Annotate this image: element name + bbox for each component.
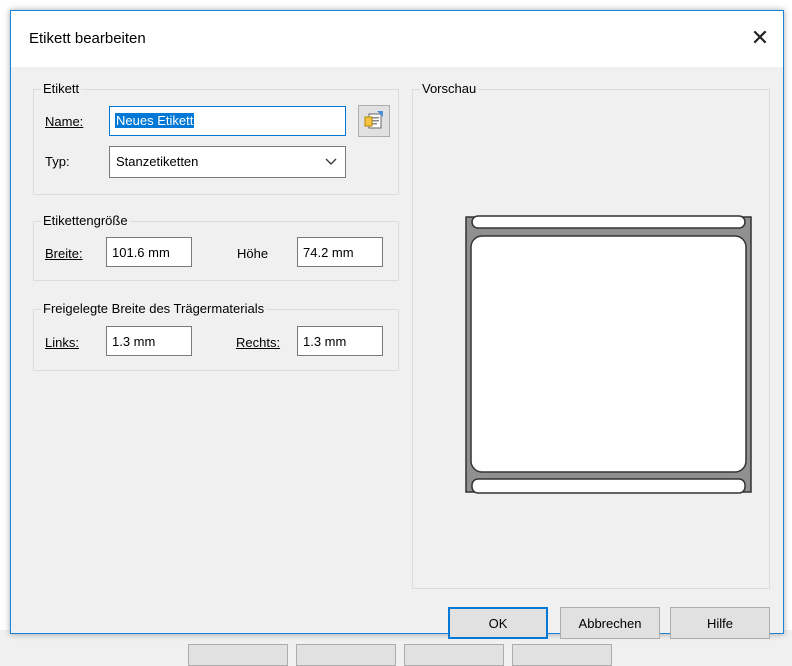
title-bar: Etikett bearbeiten ✕ xyxy=(11,11,783,67)
background-button-4 xyxy=(512,644,612,666)
name-label: Name: xyxy=(45,114,84,129)
cancel-button[interactable]: Abbrechen xyxy=(560,607,660,639)
left-input[interactable] xyxy=(106,326,192,356)
chevron-down-icon xyxy=(325,153,337,174)
label-properties-icon xyxy=(364,111,383,129)
dialog-title: Etikett bearbeiten xyxy=(29,30,146,47)
width-input[interactable] xyxy=(106,237,192,267)
left-label: Links: xyxy=(45,335,79,350)
preview-group: Vorschau xyxy=(412,81,770,589)
right-label: Rechts: xyxy=(236,335,281,350)
label-properties-button[interactable] xyxy=(358,105,390,137)
background-button-2 xyxy=(296,644,396,666)
background-button-1 xyxy=(188,644,288,666)
liner-width-group: Freigelegte Breite des Trägermaterials L… xyxy=(33,301,399,371)
width-label: Breite: xyxy=(45,246,83,261)
name-input-value: Neues Etikett xyxy=(115,113,195,128)
label-size-legend: Etikettengröße xyxy=(41,213,130,229)
next-label-edge xyxy=(471,478,746,494)
label-preview xyxy=(465,215,752,494)
help-button[interactable]: Hilfe xyxy=(670,607,770,639)
right-input[interactable] xyxy=(297,326,383,356)
name-input[interactable]: Neues Etikett xyxy=(109,106,346,136)
edit-label-dialog: Etikett bearbeiten ✕ Etikett Name: Neues… xyxy=(10,10,784,639)
label-group-legend: Etikett xyxy=(41,81,82,97)
liner-width-legend: Freigelegte Breite des Trägermaterials xyxy=(41,301,267,317)
ok-button[interactable]: OK xyxy=(448,607,548,639)
close-icon[interactable]: ✕ xyxy=(745,23,775,53)
height-input[interactable] xyxy=(297,237,383,267)
label-group: Etikett Name: Neues Etikett Typ: Stanzet… xyxy=(33,81,399,195)
height-label: Höhe xyxy=(237,246,269,261)
type-select-value: Stanzetiketten xyxy=(116,154,199,169)
background-button-3 xyxy=(404,644,504,666)
type-label: Typ: xyxy=(45,154,70,169)
previous-label-edge xyxy=(471,215,746,229)
label-size-group: Etikettengröße Breite: Höhe xyxy=(33,213,399,281)
main-label-shape xyxy=(470,235,747,473)
type-select[interactable]: Stanzetiketten xyxy=(109,146,346,178)
